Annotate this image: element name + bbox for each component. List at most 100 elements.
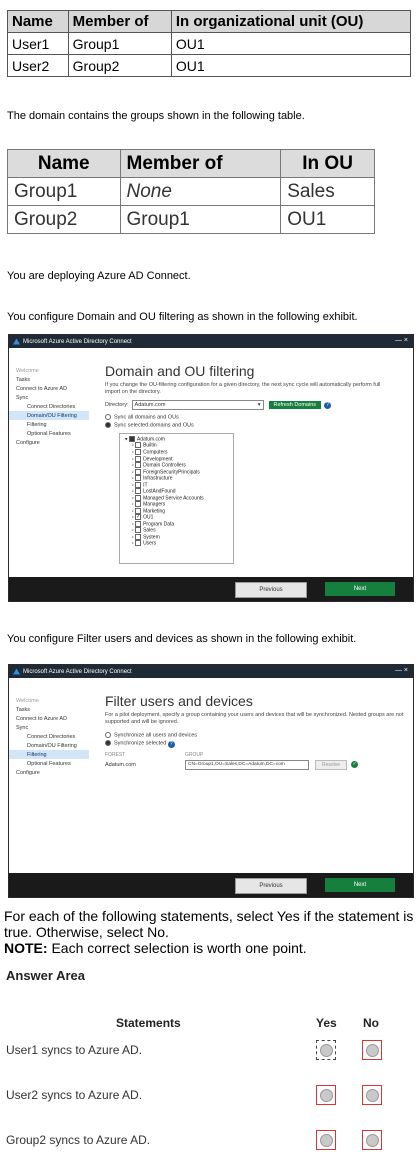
checkbox-icon xyxy=(135,540,142,547)
statement-2-no-option[interactable] xyxy=(362,1085,382,1105)
wizard-footer: Previous Next xyxy=(9,873,413,897)
checkbox-icon xyxy=(135,488,142,495)
statement-2-yes-option[interactable] xyxy=(316,1085,336,1105)
next-button[interactable]: Next xyxy=(325,878,395,892)
tree-label: Users xyxy=(143,540,157,547)
title-bar: Microsoft Azure Active Directory Connect… xyxy=(9,335,413,348)
ou-tree: ▾ Adatum.com › Builtin › Computers › Devel… xyxy=(119,432,234,564)
filter-headers: FOREST GROUP xyxy=(105,752,413,758)
groups-intro-text: The domain contains the groups shown in … xyxy=(7,110,305,122)
help-icon[interactable]: ? xyxy=(324,401,332,409)
radio-icon xyxy=(365,1043,379,1057)
nav-filtering[interactable]: Filtering xyxy=(9,750,89,759)
page-description: For a pilot deployment, specify a group … xyxy=(105,712,404,725)
nav-tasks[interactable]: Tasks xyxy=(9,705,89,714)
cell: None xyxy=(119,177,282,206)
group-header: GROUP xyxy=(185,751,204,758)
window-controls[interactable]: — × xyxy=(395,337,408,344)
nav-configure[interactable]: Configure xyxy=(9,768,89,777)
tree-label: Builtin xyxy=(143,442,157,449)
radio-icon xyxy=(105,732,111,738)
group-input[interactable]: CN=Group1,OU=Sales,DC=Adatum,DC=com xyxy=(185,759,309,770)
wizard-nav: Welcome Tasks Connect to Azure AD Sync C… xyxy=(9,678,89,777)
filter-panel: Filter users and devices For a pilot dep… xyxy=(105,678,413,770)
checkbox-icon xyxy=(135,481,142,488)
checkbox-icon xyxy=(135,455,142,462)
checkbox-icon xyxy=(135,462,142,469)
option-sync-selected[interactable]: Sync selected domains and OUs xyxy=(105,422,413,429)
statements-header: Statements xyxy=(116,1016,181,1030)
nav-connect-directories[interactable]: Connect Directories xyxy=(9,732,89,741)
option-sync-selected[interactable]: Synchronize selected ? xyxy=(105,740,413,748)
cell: OU1 xyxy=(170,54,412,77)
nav-connect-directories[interactable]: Connect Directories xyxy=(9,402,89,411)
statement-3-yes-option[interactable] xyxy=(316,1130,336,1150)
statement-1-yes-option[interactable] xyxy=(316,1040,336,1060)
col-in-ou: In OU xyxy=(280,149,375,178)
statement-3-no-option[interactable] xyxy=(362,1130,382,1150)
note-label: NOTE: xyxy=(4,940,48,956)
checkbox-partial-icon xyxy=(128,435,135,442)
directory-select[interactable]: Adatum.com ▾ xyxy=(131,400,264,410)
resolve-button[interactable]: Resolve xyxy=(315,759,348,770)
yes-header: Yes xyxy=(316,1016,337,1030)
instructions: For each of the following statements, se… xyxy=(4,908,416,956)
nav-connect-azure[interactable]: Connect to Azure AD xyxy=(9,714,89,723)
checkbox-icon xyxy=(135,468,142,475)
azure-logo-icon xyxy=(13,668,20,675)
azure-logo-icon xyxy=(13,338,20,345)
checkbox-icon xyxy=(135,520,142,527)
nav-optional-features[interactable]: Optional Features xyxy=(9,759,89,768)
nav-domain-ou-filtering[interactable]: Domain/OU Filtering xyxy=(9,741,89,750)
checkbox-icon xyxy=(135,475,142,482)
window-controls[interactable]: — × xyxy=(395,667,408,674)
option-sync-all[interactable]: Sync all domains and OUs xyxy=(105,414,413,420)
statement-1-no-option[interactable] xyxy=(362,1040,382,1060)
title-bar: Microsoft Azure Active Directory Connect… xyxy=(9,665,413,678)
nav-welcome[interactable]: Welcome xyxy=(9,696,89,705)
nav-filtering[interactable]: Filtering xyxy=(9,420,89,429)
option-sync-all-users[interactable]: Synchronize all users and devices xyxy=(105,732,413,738)
filter-users-window: Microsoft Azure Active Directory Connect… xyxy=(8,664,414,898)
cell: OU1 xyxy=(280,205,375,234)
checkbox-icon xyxy=(135,442,142,449)
nav-tasks[interactable]: Tasks xyxy=(9,375,89,384)
nav-optional-features[interactable]: Optional Features xyxy=(9,429,89,438)
tree-item[interactable]: › Users xyxy=(132,540,233,547)
nav-sync[interactable]: Sync xyxy=(9,393,89,402)
forest-value: Adatum.com xyxy=(105,761,136,768)
forest-header: FOREST xyxy=(105,751,126,758)
window-title: Microsoft Azure Active Directory Connect xyxy=(23,668,132,675)
radio-icon xyxy=(365,1133,379,1147)
previous-button[interactable]: Previous xyxy=(235,878,307,894)
statement-2: User2 syncs to Azure AD. xyxy=(6,1088,143,1102)
directory-row: Directory: Adatum.com ▾ Refresh Domains … xyxy=(105,400,413,410)
tree-label: Infrastructure xyxy=(143,475,173,482)
radio-icon xyxy=(365,1088,379,1102)
instructions-text: For each of the following statements, se… xyxy=(4,908,414,940)
tree-label: OU1 xyxy=(143,514,154,521)
tree-label: Sales xyxy=(143,527,156,534)
table-row: Group2 Group1 OU1 xyxy=(7,205,375,234)
nav-domain-ou-filtering[interactable]: Domain/OU Filtering xyxy=(9,411,89,420)
checkbox-checked-icon: ✓ xyxy=(135,514,142,521)
page-title: Domain and OU filtering xyxy=(105,363,255,379)
nav-configure[interactable]: Configure xyxy=(9,438,89,447)
tree-label: Marketing xyxy=(143,508,166,515)
col-ou: In organizational unit (OU) xyxy=(170,10,412,33)
nav-welcome[interactable]: Welcome xyxy=(9,366,89,375)
radio-icon xyxy=(319,1043,333,1057)
option-label: Synchronize selected xyxy=(114,740,167,747)
help-icon[interactable]: ? xyxy=(167,740,175,748)
nav-connect-azure[interactable]: Connect to Azure AD xyxy=(9,384,89,393)
next-button[interactable]: Next xyxy=(325,582,395,596)
groups-table: Name Member of In OU Group1 None Sales G… xyxy=(7,149,375,234)
tree-label: Computers xyxy=(143,449,168,456)
refresh-domains-button[interactable]: Refresh Domains xyxy=(268,401,322,409)
page-title: Filter users and devices xyxy=(105,693,253,709)
nav-sync[interactable]: Sync xyxy=(9,723,89,732)
previous-button[interactable]: Previous xyxy=(235,582,307,598)
checkbox-icon xyxy=(135,527,142,534)
cell: Sales xyxy=(280,177,375,206)
statement-3: Group2 syncs to Azure AD. xyxy=(6,1133,151,1147)
